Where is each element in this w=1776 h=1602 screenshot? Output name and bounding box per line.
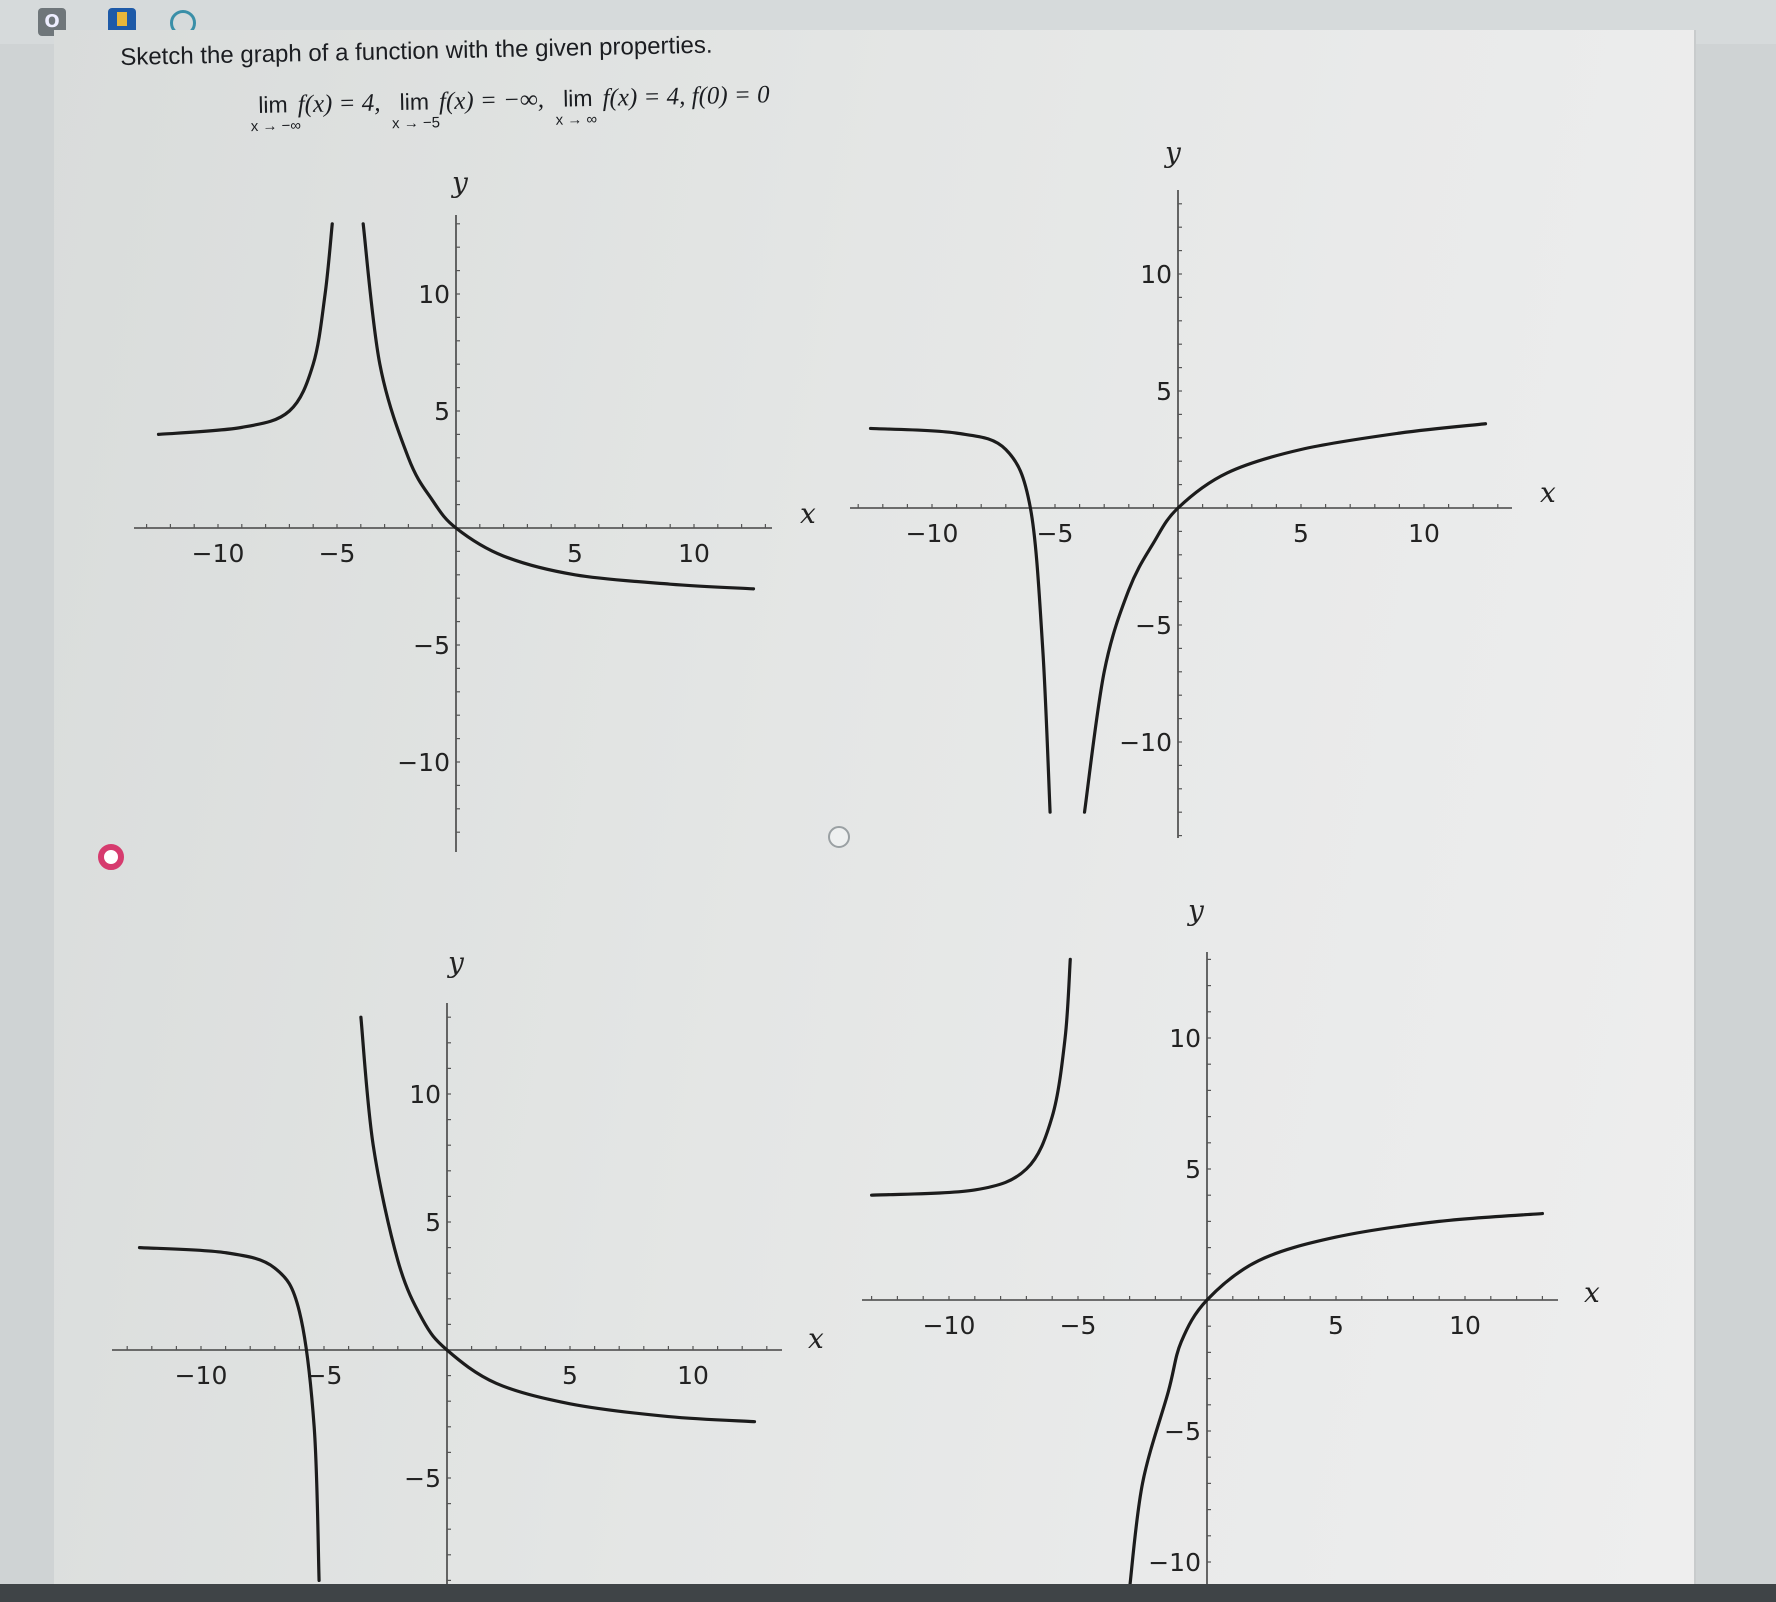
x-axis-label: x bbox=[1584, 1276, 1600, 1309]
function-curve bbox=[156, 222, 334, 436]
y-tick-label: −5 bbox=[1164, 1417, 1201, 1446]
window-bottom-edge bbox=[0, 1584, 1776, 1602]
x-tick-label: 10 bbox=[1449, 1311, 1481, 1340]
y-tick-label: 5 bbox=[434, 397, 450, 426]
answer-graphs: −10 −5 5 10 10 5 −5 −10 y x −10 −5 5 10 10 5 −5 −10 y x −10 −… bbox=[112, 136, 1600, 1590]
x-tick-label: 5 bbox=[1328, 1311, 1344, 1340]
x-tick-label: −5 bbox=[1060, 1311, 1097, 1340]
x-tick-label: 10 bbox=[677, 1361, 709, 1390]
y-tick-label: −10 bbox=[1119, 728, 1172, 757]
x-tick-label: 10 bbox=[678, 539, 710, 568]
y-tick-label: 5 bbox=[1185, 1155, 1201, 1184]
y-axis-label: y bbox=[1163, 136, 1182, 169]
function-curve bbox=[870, 957, 1072, 1197]
x-tick-label: −5 bbox=[1037, 519, 1074, 548]
x-axis-label: x bbox=[1540, 476, 1556, 509]
function-curve bbox=[361, 222, 756, 591]
y-tick-label: 10 bbox=[1169, 1024, 1201, 1053]
x-tick-label: 5 bbox=[1293, 519, 1309, 548]
x-tick-label: −10 bbox=[175, 1361, 228, 1390]
y-tick-label: −5 bbox=[1135, 611, 1172, 640]
function-curve bbox=[137, 1246, 321, 1582]
x-tick-label: −10 bbox=[906, 519, 959, 548]
x-tick-label: 5 bbox=[567, 539, 583, 568]
x-tick-label: 10 bbox=[1408, 519, 1440, 548]
x-tick-label: −10 bbox=[192, 539, 245, 568]
y-tick-label: −10 bbox=[1148, 1548, 1201, 1577]
y-tick-label: 5 bbox=[425, 1208, 441, 1237]
y-tick-label: −10 bbox=[397, 748, 450, 777]
function-curve bbox=[868, 426, 1052, 814]
y-tick-label: 10 bbox=[409, 1080, 441, 1109]
x-axis-label: x bbox=[800, 497, 816, 530]
y-tick-label: −5 bbox=[404, 1464, 441, 1493]
x-tick-label: −5 bbox=[319, 539, 356, 568]
y-tick-label: −5 bbox=[413, 631, 450, 660]
x-axis-label: x bbox=[808, 1322, 824, 1355]
y-tick-label: 10 bbox=[418, 280, 450, 309]
y-axis-label: y bbox=[450, 166, 469, 199]
x-tick-label: 5 bbox=[562, 1361, 578, 1390]
y-axis-label: y bbox=[1186, 894, 1205, 927]
x-tick-label: −10 bbox=[923, 1311, 976, 1340]
y-tick-label: 10 bbox=[1140, 260, 1172, 289]
y-tick-label: 5 bbox=[1156, 377, 1172, 406]
function-curve bbox=[1128, 1211, 1544, 1590]
y-axis-label: y bbox=[446, 946, 465, 979]
